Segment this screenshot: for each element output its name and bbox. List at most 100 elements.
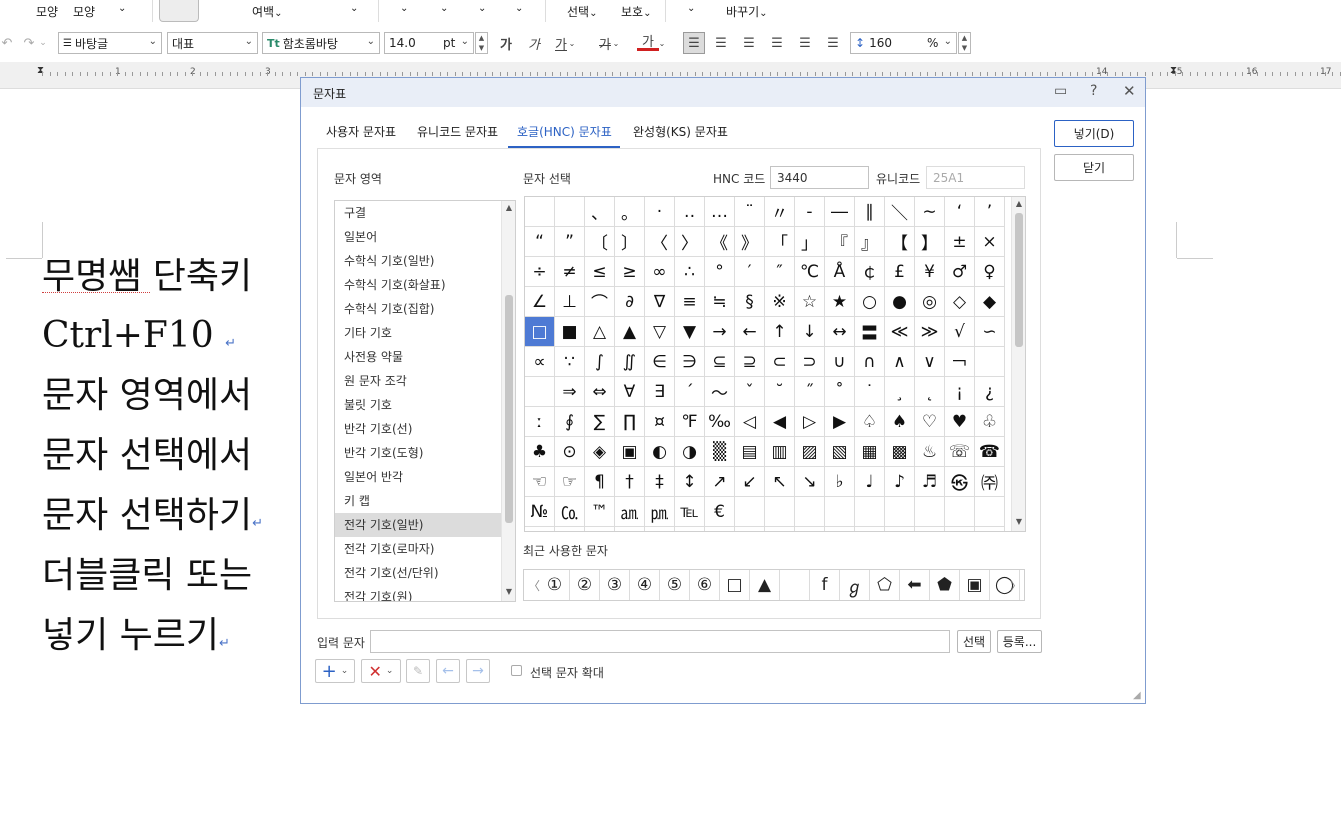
font-size-stepper[interactable]: ▲ ▼ [475, 32, 488, 54]
chevron-down-icon[interactable]: ⌄ [440, 3, 448, 14]
category-item[interactable]: 일본어 [335, 225, 515, 249]
char-cell[interactable]: 〔 [585, 227, 615, 257]
char-cell[interactable]: ♂ [945, 257, 975, 287]
style-swatch[interactable] [159, 0, 199, 22]
dialog-titlebar[interactable]: 문자표 ▭ ? ✕ [301, 78, 1145, 107]
char-cell[interactable]: ◁ [735, 407, 765, 437]
char-cell[interactable]: ℉ [675, 407, 705, 437]
category-item[interactable]: 불릿 기호 [335, 393, 515, 417]
ribbon-item-replace[interactable]: 바꾸기⌄ [726, 3, 768, 20]
char-cell[interactable]: £ [885, 257, 915, 287]
char-cell[interactable]: 』 [855, 227, 885, 257]
char-cell[interactable]: ● [885, 287, 915, 317]
char-cell[interactable]: ♠ [885, 407, 915, 437]
doc-line-5[interactable]: 문자 선택하기↵ [42, 496, 263, 544]
char-cell[interactable]: 」 [795, 227, 825, 257]
char-cell[interactable]: “ [525, 227, 555, 257]
style-combo[interactable]: ☰ 바탕글 ⌄ [58, 32, 162, 54]
char-cell[interactable] [675, 527, 705, 531]
char-cell[interactable]: ” [555, 227, 585, 257]
char-cell[interactable]: ∃ [645, 377, 675, 407]
char-cell[interactable]: ㏂ [615, 497, 645, 527]
align-distribute-icon[interactable]: ☰ [794, 32, 816, 54]
chevron-down-icon[interactable]: ⌄ [36, 32, 50, 54]
category-item[interactable]: 수학식 기호(일반) [335, 249, 515, 273]
char-cell[interactable]: ‡ [645, 467, 675, 497]
insert-button[interactable]: 넣기(D) [1054, 120, 1134, 147]
enlarge-checkbox[interactable] [511, 665, 522, 676]
char-cell[interactable]: ☏ [945, 437, 975, 467]
char-cell[interactable]: ◎ [915, 287, 945, 317]
chevron-down-icon[interactable]: ⌄ [478, 3, 486, 14]
char-cell[interactable]: ˝ [795, 377, 825, 407]
char-cell[interactable]: ⊃ [795, 347, 825, 377]
recent-char[interactable]: ④ [630, 570, 660, 600]
recent-char[interactable] [780, 570, 810, 600]
char-cell[interactable]: ∩ [855, 347, 885, 377]
recent-char[interactable]: ▲ [750, 570, 780, 600]
char-cell[interactable]: ≤ [585, 257, 615, 287]
char-cell[interactable]: ˇ [735, 377, 765, 407]
char-cell[interactable] [825, 527, 855, 531]
align-left-icon[interactable]: ☰ [710, 32, 732, 54]
char-cell[interactable]: ◐ [645, 437, 675, 467]
char-cell[interactable]: ♪ [885, 467, 915, 497]
recent-char[interactable]: ⬟ [930, 570, 960, 600]
char-cell[interactable]: ˙ [855, 377, 885, 407]
font-size-field[interactable]: 14.0 pt ⌄ [384, 32, 474, 54]
char-cell[interactable]: ∥ [855, 197, 885, 227]
char-cell[interactable]: ≪ [885, 317, 915, 347]
char-cell[interactable]: ≥ [615, 257, 645, 287]
char-cell[interactable]: ↘ [795, 467, 825, 497]
char-cell[interactable]: € [705, 497, 735, 527]
char-cell[interactable]: ¶ [585, 467, 615, 497]
char-cell[interactable] [945, 497, 975, 527]
ribbon-item-shape2[interactable]: 모양 [73, 3, 95, 20]
character-grid[interactable]: 、。 · ‥… ¨ 〃 ‐ ― ∥ ＼ ∼ ‘’ “” 〔〕〈〉《》「」『』【】 ± × ÷ ≠ ≤ ≥ ∞ ∴ ° ′ ″ ℃… [524, 196, 1026, 532]
char-cell[interactable]: 《 [705, 227, 735, 257]
italic-button[interactable]: 가 [523, 32, 545, 54]
char-cell[interactable]: ∬ [615, 347, 645, 377]
char-cell[interactable] [795, 527, 825, 531]
recent-char[interactable]: ⑥ [690, 570, 720, 600]
char-cell[interactable]: № [525, 497, 555, 527]
char-cell[interactable]: ▼ [675, 317, 705, 347]
char-cell[interactable]: ♭ [825, 467, 855, 497]
align-center-icon[interactable]: ☰ [738, 32, 760, 54]
char-cell[interactable]: ♥ [945, 407, 975, 437]
char-cell[interactable]: ▣ [615, 437, 645, 467]
char-cell[interactable]: ♡ [915, 407, 945, 437]
char-cell[interactable]: ♬ [915, 467, 945, 497]
recent-char[interactable]: ⑤ [660, 570, 690, 600]
doc-line-7[interactable]: 넣기 누르기↵ [42, 616, 230, 664]
recent-char[interactable]: f [810, 570, 840, 600]
char-cell[interactable]: ⊂ [765, 347, 795, 377]
recent-characters[interactable]: 〈 ① ② ③ ④ ⑤ ⑥ □ ▲ f ℊ ⬠ ⬅ ⬟ ▣ ◯ 〉 [523, 569, 1025, 601]
char-cell[interactable] [615, 527, 645, 531]
select-button[interactable]: 선택 [957, 630, 991, 653]
scroll-thumb[interactable] [1015, 213, 1023, 347]
char-cell[interactable]: ± [945, 227, 975, 257]
char-cell[interactable] [555, 527, 585, 531]
char-cell[interactable] [735, 497, 765, 527]
font-combo[interactable]: Tt 함초롬바탕 ⌄ [262, 32, 380, 54]
char-cell[interactable]: ▲ [615, 317, 645, 347]
char-cell[interactable]: † [615, 467, 645, 497]
chevron-down-icon[interactable]: ⌄ [610, 32, 622, 54]
char-cell[interactable]: ↕ [675, 467, 705, 497]
char-cell[interactable]: ↙ [735, 467, 765, 497]
chevron-right-icon[interactable]: 〉 [1010, 577, 1022, 594]
recent-char[interactable]: ℊ [840, 570, 870, 600]
char-cell[interactable] [645, 527, 675, 531]
char-cell[interactable]: ∈ [645, 347, 675, 377]
char-cell[interactable]: ∑ [585, 407, 615, 437]
char-cell[interactable]: ˘ [765, 377, 795, 407]
recent-char[interactable]: ⬠ [870, 570, 900, 600]
char-cell[interactable]: ∏ [615, 407, 645, 437]
char-cell[interactable]: ♀ [975, 257, 1005, 287]
char-cell[interactable]: ∝ [525, 347, 555, 377]
char-cell[interactable]: ♤ [855, 407, 885, 437]
char-cell[interactable] [975, 527, 1005, 531]
char-cell[interactable]: ↔ [825, 317, 855, 347]
char-cell[interactable]: 〈 [645, 227, 675, 257]
